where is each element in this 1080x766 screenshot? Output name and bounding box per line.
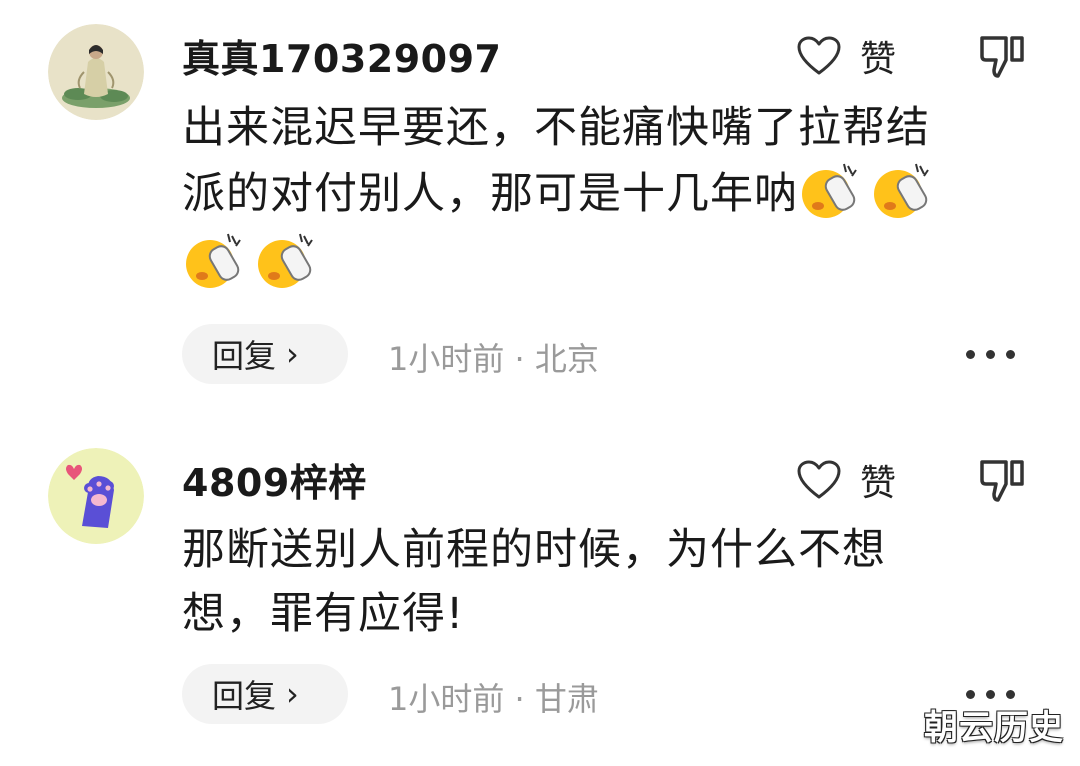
chevron-right-icon: › xyxy=(286,675,299,713)
slipper-slap-emoji-icon xyxy=(182,230,248,290)
slipper-slap-emoji-icon xyxy=(798,160,864,220)
comment-text-line xyxy=(182,226,1022,296)
heart-icon xyxy=(797,36,841,75)
like-button[interactable]: 赞 xyxy=(796,30,896,82)
comment-meta: 1小时前 · 甘肃 xyxy=(388,680,599,718)
avatar[interactable] xyxy=(48,24,144,120)
like-label: 赞 xyxy=(860,463,897,504)
comment-text-line: 出来混迟早要还，不能痛快嘴了拉帮结 xyxy=(182,103,930,153)
chevron-right-icon: › xyxy=(286,335,299,373)
comment-text-span: 派的对付别人，那可是十几年呐 xyxy=(182,169,798,219)
reply-label: 回复 xyxy=(212,677,277,715)
reply-button[interactable]: 回复 › xyxy=(182,664,348,724)
dislike-button[interactable] xyxy=(976,454,1028,506)
thumbs-down-icon xyxy=(980,36,1024,78)
username[interactable]: 4809梓梓 xyxy=(182,452,367,507)
heart-icon xyxy=(797,460,841,499)
comment-meta: 1小时前 · 北京 xyxy=(388,340,599,378)
comment-text-line: 那断送别人前程的时候，为什么不想 xyxy=(182,525,886,575)
slipper-slap-emoji-icon xyxy=(254,230,320,290)
like-label: 赞 xyxy=(860,39,897,80)
more-options-icon[interactable] xyxy=(966,350,1015,359)
watermark: 朝云历史 xyxy=(924,708,1064,748)
avatar[interactable] xyxy=(48,448,144,544)
reply-label: 回复 xyxy=(212,337,277,375)
like-button[interactable]: 赞 xyxy=(796,454,896,506)
more-options-icon[interactable] xyxy=(966,690,1015,699)
comment-text: 那断送别人前程的时候，为什么不想 想，罪有应得! xyxy=(182,518,1022,646)
username[interactable]: 真真170329097 xyxy=(182,28,501,83)
comment-text: 出来混迟早要还，不能痛快嘴了拉帮结 派的对付别人，那可是十几年呐 xyxy=(182,96,1022,296)
comment-text-line: 想，罪有应得! xyxy=(182,589,465,639)
thumbs-down-icon xyxy=(980,460,1024,502)
comment-list: 真真170329097 赞 出来混迟早要还，不能痛快嘴了拉帮结 派的对付别人，那… xyxy=(0,0,1080,766)
reply-button[interactable]: 回复 › xyxy=(182,324,348,384)
slipper-slap-emoji-icon xyxy=(870,160,936,220)
dislike-button[interactable] xyxy=(976,30,1028,82)
comment-text-line: 派的对付别人，那可是十几年呐 xyxy=(182,160,1022,226)
